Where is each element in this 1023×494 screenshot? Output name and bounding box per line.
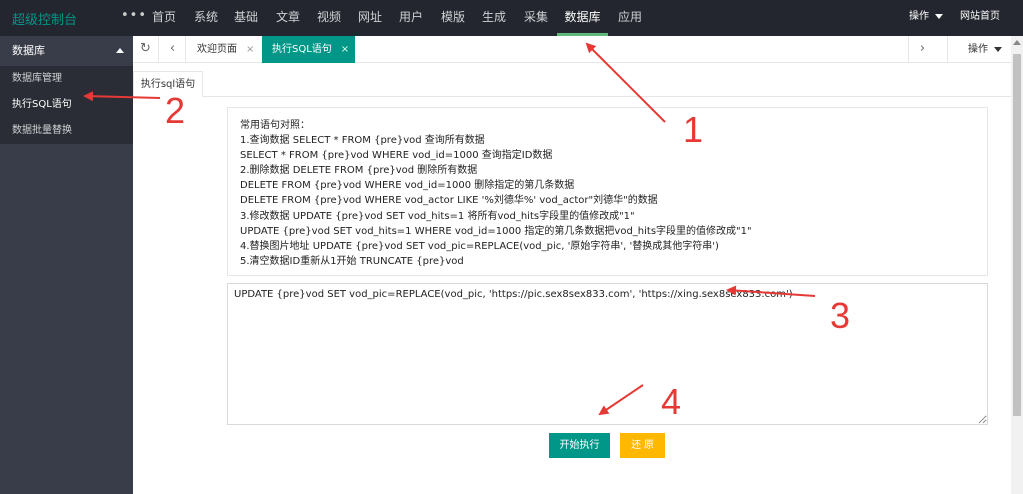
nav-collect[interactable]: 采集	[515, 0, 557, 36]
nav-basic[interactable]: 基础	[226, 0, 266, 36]
tab-exec-sql[interactable]: 执行SQL语句 ×	[262, 36, 355, 63]
caret-down-icon	[994, 46, 1002, 52]
reference-line: 4.替换图片地址 UPDATE {pre}vod SET vod_pic=REP…	[240, 240, 719, 252]
annotation-number-1: 1	[683, 109, 704, 150]
nav-user[interactable]: 用户	[391, 0, 431, 36]
execute-button[interactable]: 开始执行	[549, 433, 610, 458]
page-scrollbar[interactable]	[1011, 36, 1023, 494]
header-operate-label: 操作	[909, 11, 929, 22]
reference-line: DELETE FROM {pre}vod WHERE vod_actor LIK…	[240, 195, 658, 207]
sql-reference-panel: 常用语句对照： 1.查询数据 SELECT * FROM {pre}vod 查询…	[227, 107, 988, 276]
nav-generate[interactable]: 生成	[474, 0, 514, 36]
sidebar: 数据库 数据库管理 执行SQL语句 数据批量替换	[0, 36, 133, 494]
tab-bar: ↻ ‹ 欢迎页面 × 执行SQL语句 × › 操作	[133, 36, 1011, 63]
tab-welcome[interactable]: 欢迎页面 ×	[187, 36, 263, 63]
top-header: 超级控制台 ••• 首页 系统 基础 文章 视频 网址 用户 模版 生成 采集 …	[0, 0, 1023, 36]
reference-line: 3.修改数据 UPDATE {pre}vod SET vod_hits=1 将所…	[240, 210, 635, 222]
refresh-icon[interactable]: ↻	[133, 36, 159, 63]
sidebar-item-batch-replace[interactable]: 数据批量替换	[0, 118, 133, 144]
tab-welcome-label: 欢迎页面	[197, 44, 237, 55]
annotation-number-2: 2	[165, 90, 186, 131]
tab-prev-icon[interactable]: ‹	[160, 36, 186, 63]
reference-line: 2.删除数据 DELETE FROM {pre}vod 删除所有数据	[240, 165, 478, 177]
caret-up-icon	[116, 48, 124, 53]
tab-exec-sql-label: 执行SQL语句	[272, 44, 332, 55]
sidebar-item-db-manage[interactable]: 数据库管理	[0, 66, 133, 92]
nav-app[interactable]: 应用	[610, 0, 650, 36]
site-home-link[interactable]: 网站首页	[960, 0, 1000, 36]
nav-home[interactable]: 首页	[144, 0, 184, 36]
nav-template[interactable]: 模版	[433, 0, 473, 36]
nav-url[interactable]: 网址	[350, 0, 390, 36]
nav-database[interactable]: 数据库	[557, 0, 608, 36]
sidebar-group-label: 数据库	[12, 44, 45, 57]
reference-line: 1.查询数据 SELECT * FROM {pre}vod 查询所有数据	[240, 135, 485, 147]
nav-article[interactable]: 文章	[268, 0, 308, 36]
reference-line: DELETE FROM {pre}vod WHERE vod_id=1000 删…	[240, 180, 575, 192]
sidebar-item-exec-sql[interactable]: 执行SQL语句	[0, 92, 133, 118]
reference-line: 5.清空数据ID重新从1开始 TRUNCATE {pre}vod	[240, 255, 464, 267]
reference-line: 常用语句对照：	[240, 120, 310, 131]
scrollbar-thumb[interactable]	[1013, 54, 1021, 416]
tab-next-icon[interactable]: ›	[908, 36, 936, 63]
reset-button[interactable]: 还 原	[620, 433, 665, 458]
sidebar-submenu: 数据库管理 执行SQL语句 数据批量替换	[0, 66, 133, 144]
nav-video[interactable]: 视频	[309, 0, 349, 36]
nav-system[interactable]: 系统	[187, 0, 225, 36]
scroll-up-icon[interactable]	[1013, 40, 1021, 45]
reference-line: SELECT * FROM {pre}vod WHERE vod_id=1000…	[240, 150, 553, 162]
annotation-number-3: 3	[830, 295, 851, 336]
subtab-divider	[203, 96, 1011, 97]
reference-line: UPDATE {pre}vod SET vod_hits=1 WHERE vod…	[240, 225, 752, 237]
resize-grip-icon[interactable]	[978, 415, 987, 424]
sidebar-group-database[interactable]: 数据库	[0, 36, 133, 66]
tab-operate-menu[interactable]: 操作	[947, 36, 1011, 63]
close-icon[interactable]: ×	[341, 44, 349, 55]
annotation-number-4: 4	[661, 381, 682, 422]
sql-input[interactable]	[227, 283, 988, 425]
caret-down-icon	[935, 13, 943, 19]
header-operate-menu[interactable]: 操作	[909, 0, 943, 36]
tab-operate-label: 操作	[968, 44, 988, 55]
close-icon[interactable]: ×	[246, 44, 254, 55]
app-logo[interactable]: 超级控制台	[12, 9, 77, 28]
